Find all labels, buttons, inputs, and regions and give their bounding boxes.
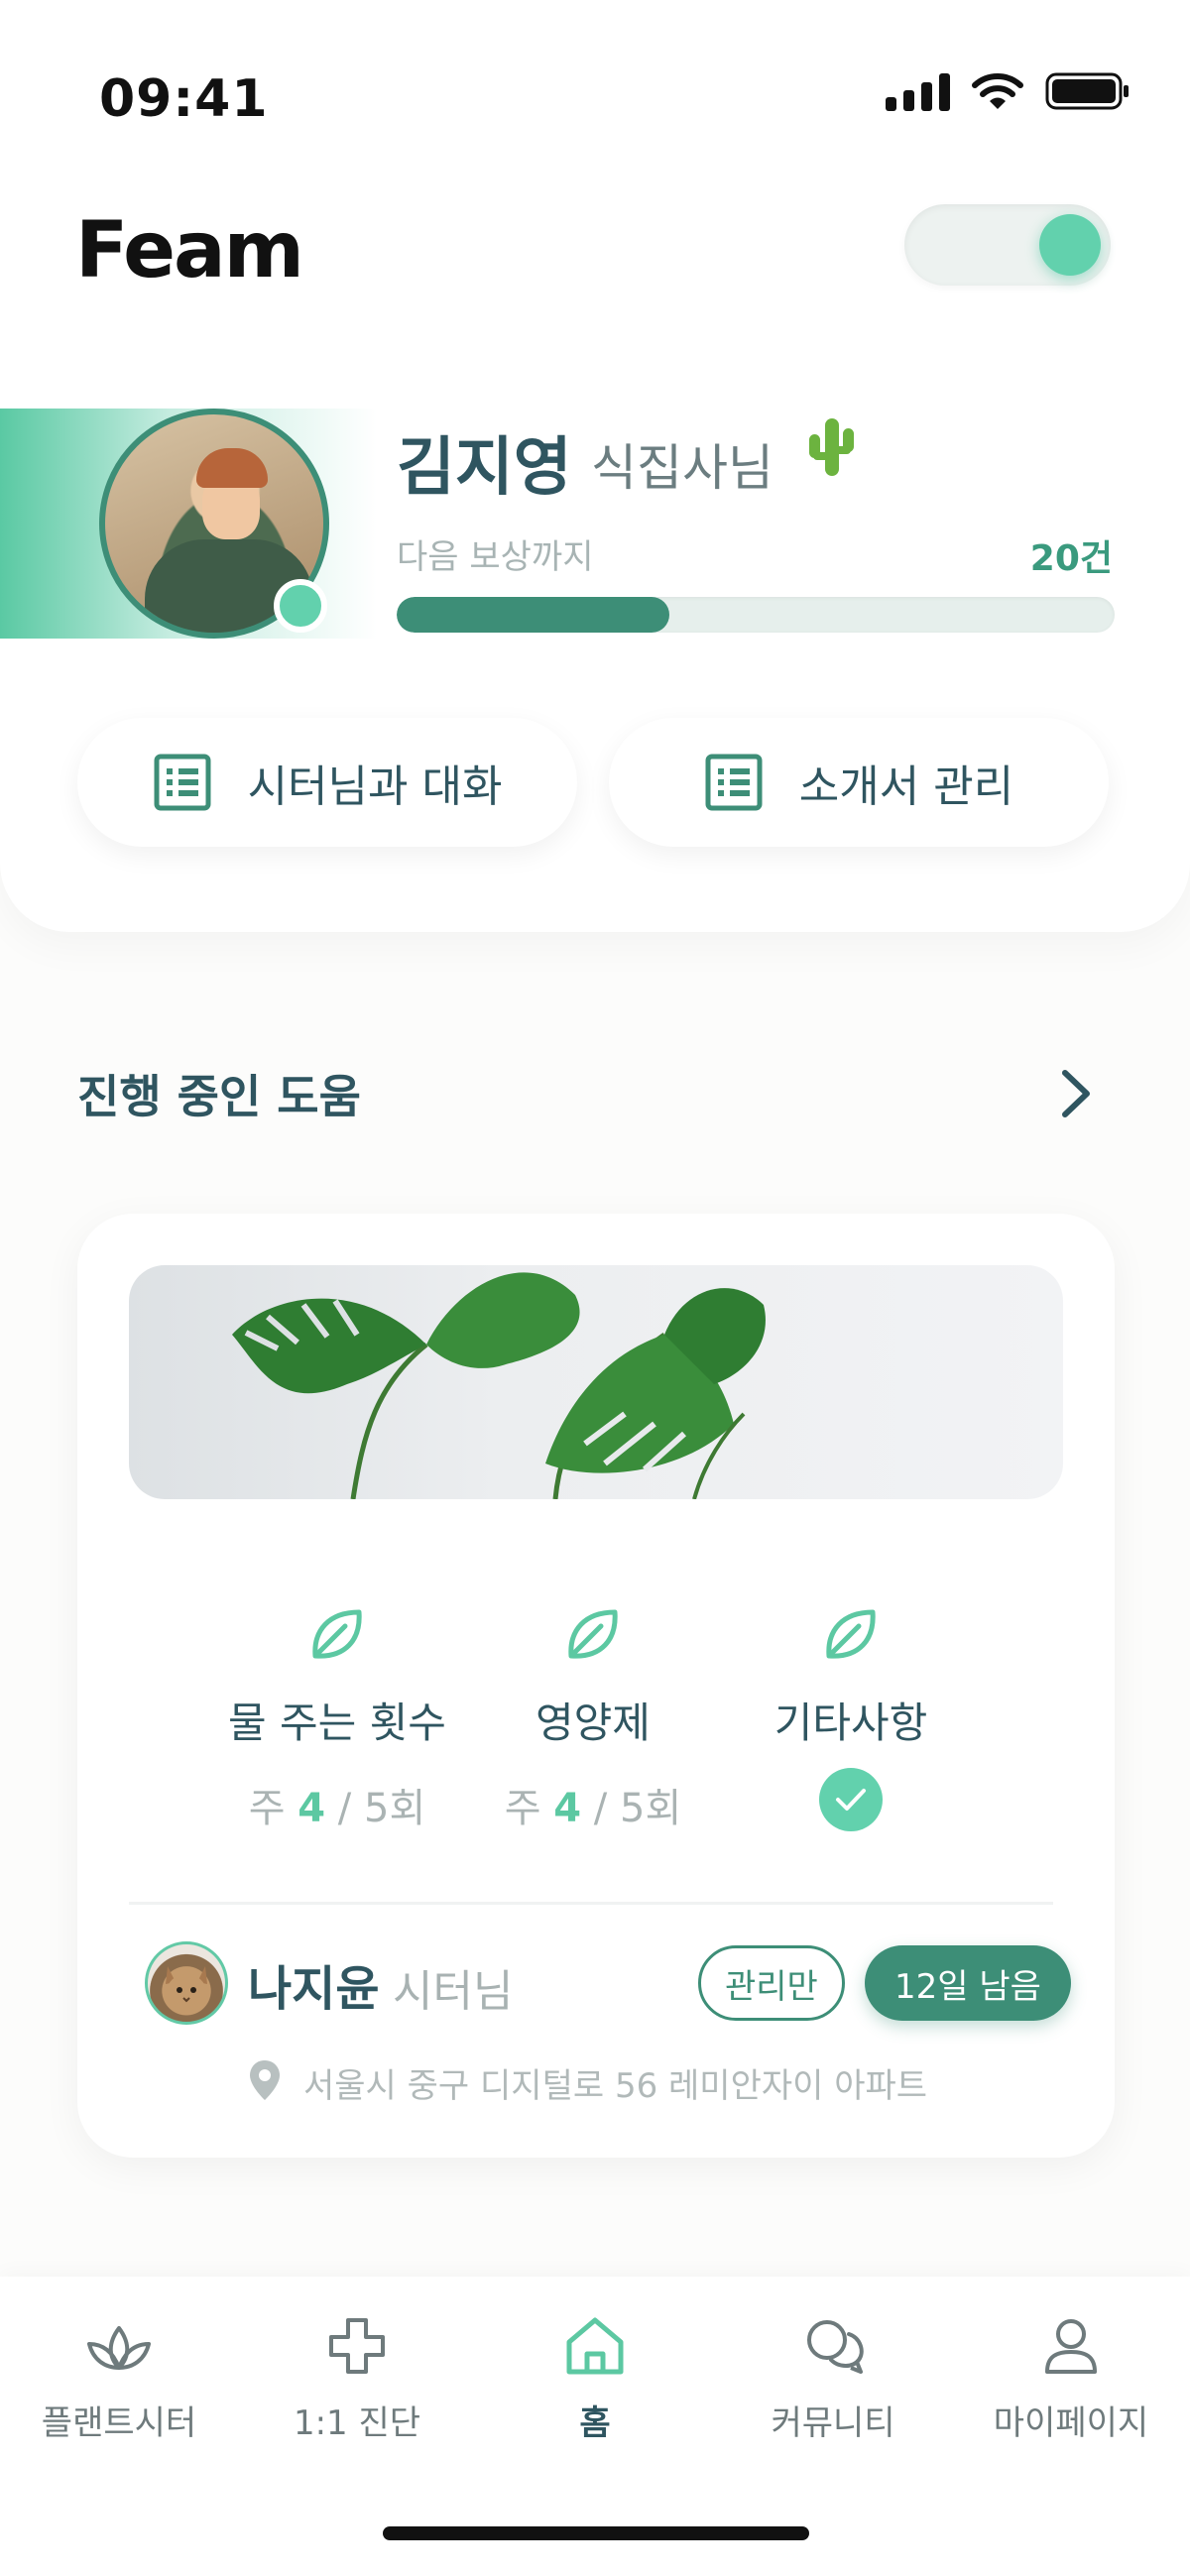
toggle-knob bbox=[1039, 214, 1101, 276]
tab-diagnosis[interactable]: 1:1 진단 bbox=[238, 2310, 476, 2444]
reward-progress-fill bbox=[397, 597, 670, 633]
chevron-right-icon[interactable] bbox=[1053, 1067, 1097, 1120]
lotus-icon bbox=[87, 2326, 151, 2370]
tab-home[interactable]: 홈 bbox=[476, 2310, 714, 2444]
sitter-address: 서울시 중구 디지털로 56 레미안자이 아파트 bbox=[303, 2066, 928, 2106]
check-icon bbox=[819, 1768, 883, 1831]
reward-label: 다음 보상까지 bbox=[397, 537, 594, 577]
wifi-icon bbox=[972, 71, 1023, 111]
online-status-dot bbox=[274, 579, 327, 633]
status-bar: 09:41 bbox=[0, 0, 1190, 188]
stat-count: 4 bbox=[298, 1786, 326, 1831]
home-icon bbox=[566, 2317, 624, 2375]
status-time: 09:41 bbox=[99, 69, 269, 129]
reward-count: 20건 bbox=[1029, 538, 1113, 579]
user-suffix: 식집사님 bbox=[591, 439, 774, 497]
days-remaining-badge: 12일 남음 bbox=[865, 1945, 1071, 2021]
stat-prefix: 주 bbox=[248, 1786, 298, 1831]
tab-community[interactable]: 커뮤니티 bbox=[714, 2310, 952, 2444]
leaf-icon bbox=[312, 1609, 362, 1659]
stat-other: 기타사항 bbox=[702, 1602, 1000, 1831]
section-title: 진행 중인 도움 bbox=[77, 1070, 361, 1123]
stat-value: 주 4 / 5회 bbox=[444, 1776, 742, 1833]
stat-label: 영양제 bbox=[536, 1698, 651, 1747]
stat-label: 기타사항 bbox=[774, 1698, 928, 1747]
sitter-avatar[interactable] bbox=[145, 1941, 228, 2025]
chat-with-sitter-button[interactable]: 시터님과 대화 bbox=[77, 718, 577, 847]
sitter-suffix: 시터님 bbox=[393, 1966, 514, 2017]
list-icon bbox=[705, 754, 763, 811]
tab-label: 마이페이지 bbox=[993, 2403, 1149, 2443]
tab-label: 홈 bbox=[579, 2403, 611, 2443]
mode-toggle[interactable] bbox=[904, 204, 1111, 286]
user-name: 김지영 bbox=[397, 431, 572, 505]
cactus-icon bbox=[809, 418, 854, 476]
location-pin-icon bbox=[250, 2060, 280, 2100]
tab-label: 1:1 진단 bbox=[293, 2403, 421, 2443]
manage-intro-button[interactable]: 소개서 관리 bbox=[609, 718, 1109, 847]
sitter-name: 나지윤 bbox=[248, 1961, 380, 2017]
tab-plant-sitter[interactable]: 플랜트시터 bbox=[0, 2310, 238, 2444]
chat-with-sitter-label: 시터님과 대화 bbox=[247, 761, 503, 812]
stat-suffix: / 5회 bbox=[325, 1786, 426, 1831]
stat-count: 4 bbox=[553, 1786, 582, 1831]
service-type-badge: 관리만 bbox=[698, 1945, 845, 2021]
chat-bubbles-icon bbox=[807, 2320, 864, 2374]
reward-progress-bar bbox=[397, 597, 1115, 633]
plant-image bbox=[129, 1265, 1063, 1499]
tab-label: 커뮤니티 bbox=[771, 2403, 895, 2443]
stat-nutrients: 영양제 주 4 / 5회 bbox=[444, 1602, 742, 1833]
cellular-signal-icon bbox=[886, 71, 950, 111]
user-icon bbox=[1045, 2319, 1097, 2374]
stat-suffix: / 5회 bbox=[581, 1786, 682, 1831]
stat-value: 주 4 / 5회 bbox=[188, 1776, 486, 1833]
home-indicator bbox=[383, 2526, 809, 2540]
leaf-icon bbox=[568, 1609, 618, 1659]
tab-label: 플랜트시터 bbox=[41, 2403, 197, 2443]
tab-my-page[interactable]: 마이페이지 bbox=[952, 2310, 1190, 2444]
card-divider bbox=[129, 1902, 1053, 1905]
status-icons bbox=[886, 71, 1130, 111]
stat-prefix: 주 bbox=[504, 1786, 554, 1831]
avatar-hair bbox=[196, 448, 268, 488]
list-icon bbox=[154, 754, 211, 811]
medical-cross-icon bbox=[329, 2318, 385, 2374]
manage-intro-label: 소개서 관리 bbox=[798, 761, 1014, 812]
battery-icon bbox=[1045, 71, 1130, 111]
leaf-icon bbox=[826, 1609, 876, 1659]
stat-watering: 물 주는 횟수 주 4 / 5회 bbox=[188, 1602, 486, 1833]
stat-label: 물 주는 횟수 bbox=[228, 1698, 446, 1747]
app-logo[interactable]: Feam bbox=[75, 206, 304, 295]
